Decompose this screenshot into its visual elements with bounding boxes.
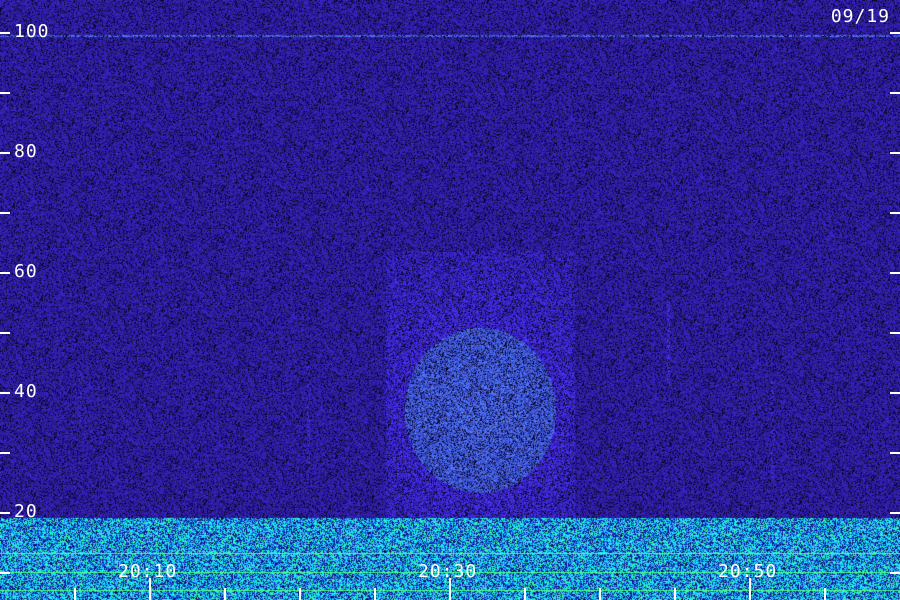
- spectrogram-view: 09/19 100 80 60 40 20 20:10 20:30 20:50: [0, 0, 900, 600]
- y-tick-label-40: 40: [14, 381, 38, 402]
- y-tick-label-20: 20: [14, 501, 38, 522]
- axis-overlay: [0, 32, 900, 600]
- date-label: 09/19: [830, 6, 890, 27]
- x-tick-label-2030: 20:30: [418, 561, 478, 582]
- y-tick-label-100: 100: [14, 21, 50, 42]
- x-tick-label-2050: 20:50: [718, 561, 778, 582]
- y-tick-label-80: 80: [14, 141, 38, 162]
- x-tick-label-2010: 20:10: [118, 561, 178, 582]
- y-tick-label-60: 60: [14, 261, 38, 282]
